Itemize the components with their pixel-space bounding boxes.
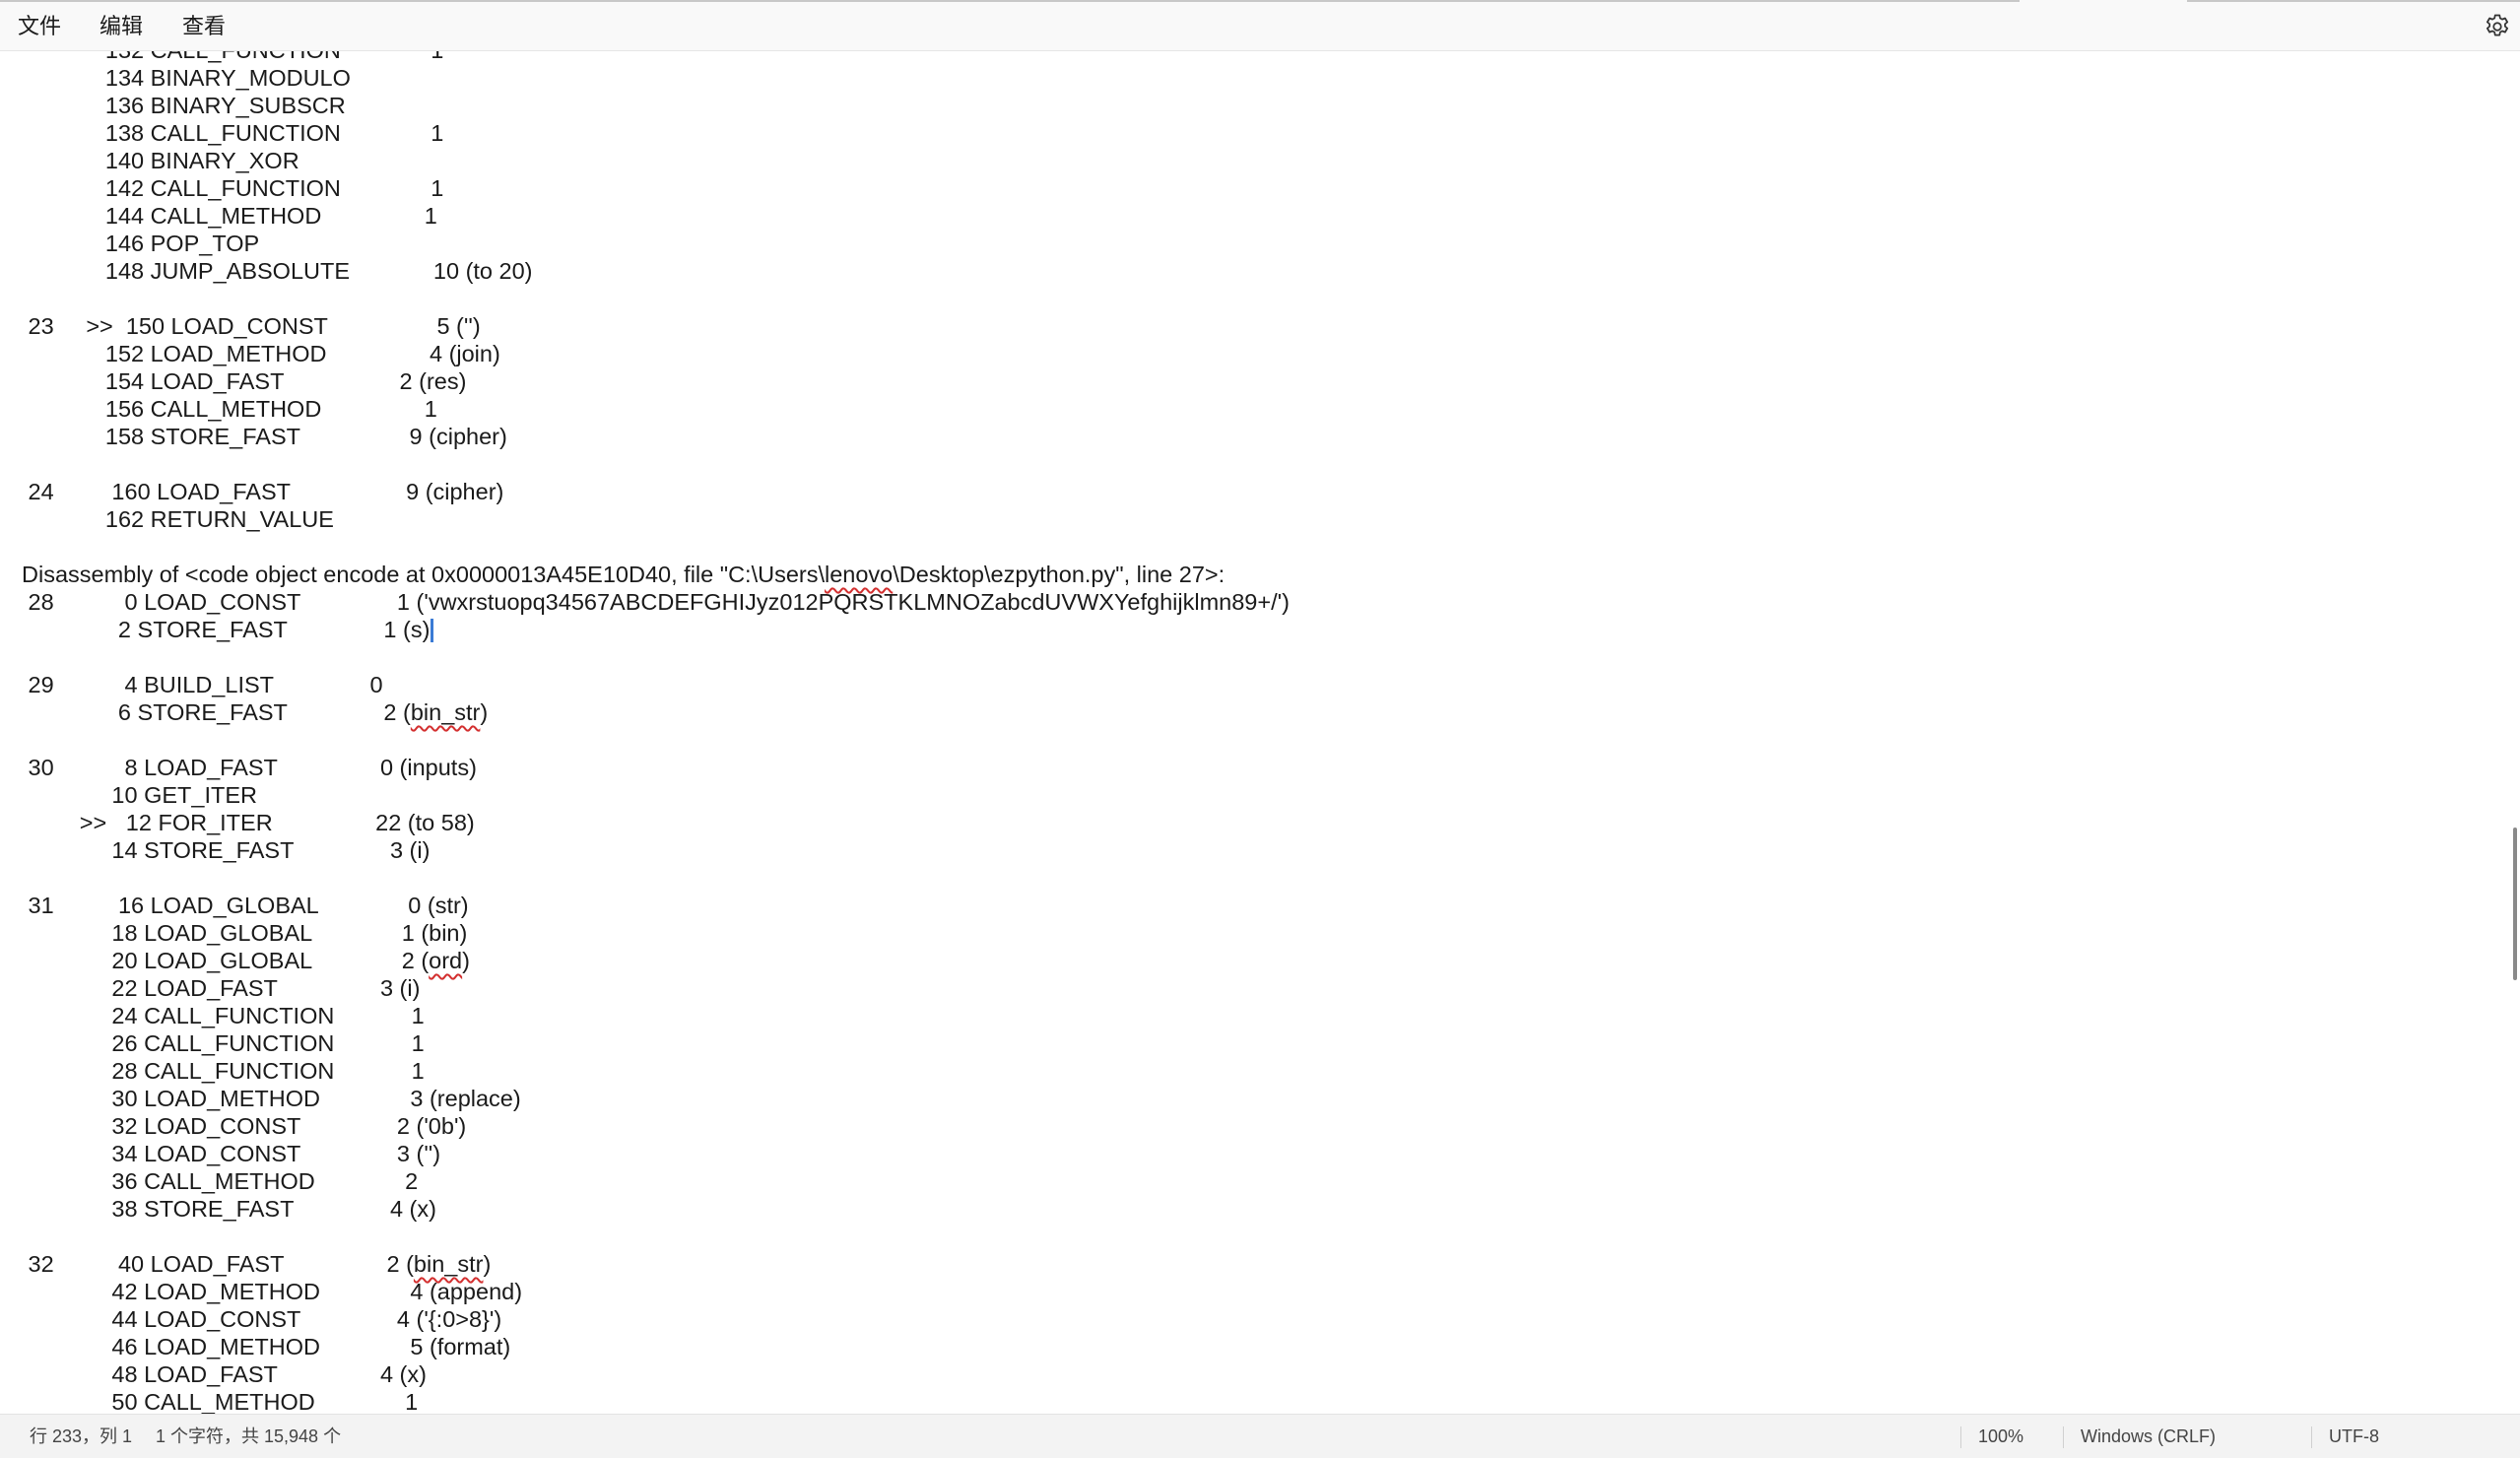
editor-line: 30 8 LOAD_FAST 0 (inputs) xyxy=(22,755,477,780)
editor-line: Disassembly of <code object encode at 0x… xyxy=(22,562,1226,587)
editor-line: 18 LOAD_GLOBAL 1 (bin) xyxy=(22,920,468,946)
zoom-level[interactable]: 100% xyxy=(1978,1415,2023,1458)
editor-line: 162 RETURN_VALUE xyxy=(22,506,334,532)
gear-icon xyxy=(2487,14,2508,36)
text-caret xyxy=(431,619,434,642)
editor-line: 140 BINARY_XOR xyxy=(22,148,299,173)
editor-line: 20 LOAD_GLOBAL 2 (ord) xyxy=(22,948,470,973)
editor-line: 156 CALL_METHOD 1 xyxy=(22,396,437,422)
editor-line: 36 CALL_METHOD 2 xyxy=(22,1168,419,1194)
editor-line: 32 LOAD_CONST 2 ('0b') xyxy=(22,1113,467,1139)
editor-line: 10 GET_ITER xyxy=(22,782,257,808)
editor-line: 50 CALL_METHOD 1 xyxy=(22,1389,419,1414)
editor-line: 2 STORE_FAST 1 (s) xyxy=(22,616,1290,643)
editor-line: 28 CALL_FUNCTION 1 xyxy=(22,1058,425,1084)
menu-file[interactable]: 文件 xyxy=(10,10,69,43)
character-count: 1 个字符，共 15,948 个 xyxy=(156,1426,342,1446)
spellcheck-mark: lenovo xyxy=(825,562,894,587)
editor-line: 44 LOAD_CONST 4 ('{:0>8}') xyxy=(22,1306,502,1332)
editor-line: 152 LOAD_METHOD 4 (join) xyxy=(22,341,500,366)
editor-line: 31 16 LOAD_GLOBAL 0 (str) xyxy=(22,893,469,918)
editor-line: 26 CALL_FUNCTION 1 xyxy=(22,1030,425,1056)
window-top-border-right xyxy=(2187,0,2520,2)
menu-bar: 文件 编辑 查看 xyxy=(0,0,2520,51)
editor-line: 48 LOAD_FAST 4 (x) xyxy=(22,1361,427,1387)
editor-line: 134 BINARY_MODULO xyxy=(22,65,351,91)
editor-line: 46 LOAD_METHOD 5 (format) xyxy=(22,1334,511,1359)
spellcheck-mark: ord xyxy=(429,948,463,973)
status-divider xyxy=(1960,1426,1961,1448)
encoding[interactable]: UTF-8 xyxy=(2329,1415,2379,1458)
editor-content[interactable]: 132 CALL_FUNCTION 1 134 BINARY_MODULO 13… xyxy=(22,51,1290,1414)
editor-line: 148 JUMP_ABSOLUTE 10 (to 20) xyxy=(22,258,533,284)
editor-line: 144 CALL_METHOD 1 xyxy=(22,203,437,229)
status-divider xyxy=(2311,1426,2312,1448)
editor-line: 23 >> 150 LOAD_CONST 5 ('') xyxy=(22,313,481,339)
editor-line: >> 12 FOR_ITER 22 (to 58) xyxy=(22,810,475,835)
editor-line: 158 STORE_FAST 9 (cipher) xyxy=(22,424,507,449)
vertical-scrollbar[interactable] xyxy=(2508,51,2520,1414)
status-divider xyxy=(2063,1426,2064,1448)
editor-line: 24 160 LOAD_FAST 9 (cipher) xyxy=(22,479,504,504)
settings-button[interactable] xyxy=(2483,12,2512,41)
scrollbar-thumb[interactable] xyxy=(2513,828,2517,980)
menu-view[interactable]: 查看 xyxy=(174,10,233,43)
editor-line: 38 STORE_FAST 4 (x) xyxy=(22,1196,436,1222)
editor-line: 14 STORE_FAST 3 (i) xyxy=(22,837,431,863)
editor-line: 28 0 LOAD_CONST 1 ('vwxrstuopq34567ABCDE… xyxy=(22,589,1290,615)
editor-line: 154 LOAD_FAST 2 (res) xyxy=(22,368,467,394)
menu-edit[interactable]: 编辑 xyxy=(92,10,151,43)
editor-line: 22 LOAD_FAST 3 (i) xyxy=(22,975,421,1001)
spellcheck-mark: bin_str xyxy=(410,699,481,725)
cursor-position: 行 233，列 1 xyxy=(30,1426,133,1446)
editor-line: 136 BINARY_SUBSCR xyxy=(22,93,346,118)
editor-line: 34 LOAD_CONST 3 ('') xyxy=(22,1141,441,1166)
editor-line: 24 CALL_FUNCTION 1 xyxy=(22,1003,425,1028)
status-bar: 行 233，列 1 1 个字符，共 15,948 个 100% Windows … xyxy=(0,1414,2520,1458)
editor-line: 30 LOAD_METHOD 3 (replace) xyxy=(22,1086,521,1111)
editor-line: 146 POP_TOP xyxy=(22,231,260,256)
editor-line: 29 4 BUILD_LIST 0 xyxy=(22,672,383,697)
editor-line: 32 40 LOAD_FAST 2 (bin_str) xyxy=(22,1251,492,1277)
line-ending[interactable]: Windows (CRLF) xyxy=(2081,1415,2216,1458)
editor-line: 142 CALL_FUNCTION 1 xyxy=(22,175,444,201)
editor-line: 42 LOAD_METHOD 4 (append) xyxy=(22,1279,523,1304)
window-top-border xyxy=(0,0,2020,2)
spellcheck-mark: bin_str xyxy=(413,1251,484,1277)
editor-line: 132 CALL_FUNCTION 1 xyxy=(22,51,1290,64)
editor-line: 6 STORE_FAST 2 (bin_str) xyxy=(22,699,489,725)
editor-line: 138 CALL_FUNCTION 1 xyxy=(22,120,444,146)
text-editor[interactable]: 132 CALL_FUNCTION 1 134 BINARY_MODULO 13… xyxy=(0,51,2508,1414)
